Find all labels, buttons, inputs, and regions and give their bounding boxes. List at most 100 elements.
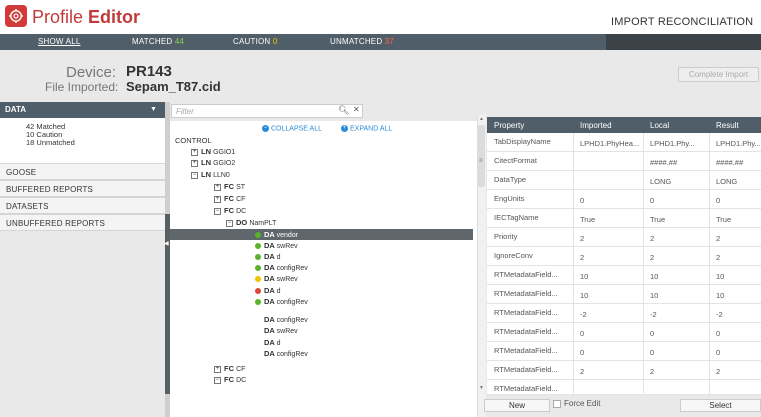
local-value-cell: 0: [650, 196, 655, 205]
local-value-cell: 0: [650, 329, 655, 338]
tab-matched[interactable]: MATCHED 44: [132, 37, 184, 46]
sidebar-item-buffered-reports[interactable]: BUFFERED REPORTS: [0, 180, 165, 197]
tree-root-label: CONTROL: [175, 136, 212, 145]
collapse-node-icon[interactable]: −: [191, 171, 198, 179]
matched-count: 44: [174, 37, 185, 46]
col-header-result[interactable]: Result: [716, 121, 739, 130]
scroll-up-icon[interactable]: ▲: [479, 116, 484, 122]
status-green-icon: [255, 254, 261, 261]
device-value: PR143: [126, 63, 172, 80]
local-value-cell: LONG: [650, 177, 672, 186]
page-title: IMPORT RECONCILIATION: [611, 16, 754, 28]
col-header-imported[interactable]: Imported: [580, 121, 612, 130]
sidebar-item-unbuffered-reports[interactable]: UNBUFFERED REPORTS: [0, 214, 165, 231]
tree-node-da[interactable]: DA d: [255, 252, 281, 262]
collapse-all-label: COLLAPSE ALL: [271, 125, 322, 133]
node-kind: DA: [264, 274, 277, 283]
expand-node-icon[interactable]: +: [214, 365, 221, 373]
tree-node-da[interactable]: DA configRev: [255, 263, 308, 273]
tab-show-all[interactable]: SHOW ALL: [38, 37, 81, 46]
collapse-node-icon[interactable]: −: [226, 219, 233, 227]
node-name: ST: [236, 184, 246, 191]
sidebar-item-datasets[interactable]: DATASETS: [0, 197, 165, 214]
collapse-arrow-icon[interactable]: ◀: [164, 240, 169, 247]
node-name: vendor: [276, 232, 299, 239]
property-name-cell: Priority: [494, 232, 518, 241]
tree-node-da[interactable]: DA swRev: [255, 241, 298, 251]
caution-count: 0: [272, 37, 278, 46]
collapse-node-icon[interactable]: −: [214, 376, 221, 384]
expand-node-icon[interactable]: +: [214, 195, 221, 203]
node-kind: FC: [224, 194, 237, 203]
result-value-cell: 2: [716, 367, 721, 376]
tree-node-da[interactable]: DA swRev: [264, 326, 298, 336]
result-value-cell: 2: [716, 234, 721, 243]
local-value-cell: -2: [650, 310, 657, 319]
status-green-icon: [255, 265, 261, 272]
collapse-node-icon[interactable]: −: [214, 207, 221, 215]
tab-bar-dark-segment: [606, 34, 761, 50]
imported-value-cell: -2: [580, 310, 587, 319]
tree-node-fc[interactable]: + FC CF: [214, 194, 245, 204]
sidebar-item-goose[interactable]: GOOSE: [0, 163, 165, 180]
node-name: configRev: [276, 265, 308, 272]
expand-node-icon[interactable]: +: [214, 183, 221, 191]
node-name: DC: [236, 377, 247, 384]
tree-node-ln[interactable]: + LN GGIO2: [191, 158, 235, 168]
device-label: Device:: [66, 64, 117, 81]
unmatched-count: 37: [384, 37, 395, 46]
tree-node-da[interactable]: DA configRev: [264, 349, 308, 359]
search-icon[interactable]: 🔍︎: [338, 105, 349, 116]
property-name-cell: EngUnits: [494, 194, 525, 203]
tree-node-do[interactable]: − DO NamPLT: [226, 218, 276, 228]
tab-unmatched[interactable]: UNMATCHED 37: [330, 37, 394, 46]
tree-node-fc[interactable]: + FC CF: [214, 364, 245, 374]
expand-node-icon[interactable]: +: [191, 159, 198, 167]
col-header-property[interactable]: Property: [494, 121, 524, 130]
expand-all-link[interactable]: + EXPAND ALL: [341, 125, 392, 132]
col-header-local[interactable]: Local: [650, 121, 669, 130]
tree-node-fc[interactable]: − FC DC: [214, 206, 246, 216]
local-value-cell: 10: [650, 272, 659, 281]
imported-value-cell: 0: [580, 196, 585, 205]
node-kind: DO: [236, 218, 250, 227]
property-name-cell: RTMetadataField...: [494, 289, 558, 298]
tree-node-da[interactable]: DA configRev: [264, 315, 308, 325]
tree-node-da[interactable]: DA swRev: [255, 274, 298, 284]
collapse-all-link[interactable]: − COLLAPSE ALL: [262, 125, 322, 132]
tree-node-da[interactable]: DA vendor: [255, 230, 298, 240]
tree-node-da[interactable]: DA d: [255, 286, 281, 296]
node-kind: DA: [264, 338, 277, 347]
property-name-cell: DataType: [494, 175, 527, 184]
filter-input[interactable]: Filter: [171, 104, 363, 118]
select-button[interactable]: Select: [680, 399, 761, 412]
complete-import-button[interactable]: Complete Import: [678, 67, 759, 82]
expand-all-label: EXPAND ALL: [350, 125, 393, 133]
node-name: CF: [236, 366, 246, 373]
tree-node-da[interactable]: DA configRev: [255, 297, 308, 307]
new-button[interactable]: New: [484, 399, 550, 412]
property-name-cell: RTMetadataField...: [494, 270, 558, 279]
collapse-icon: −: [262, 125, 269, 132]
tree-node-da[interactable]: DA d: [264, 338, 281, 348]
force-edit-checkbox[interactable]: [553, 400, 561, 408]
result-value-cell: 0: [716, 329, 721, 338]
result-value-cell: LPHD1.Phy...: [716, 139, 760, 148]
scroll-down-icon[interactable]: ▼: [479, 385, 484, 391]
chevron-down-icon[interactable]: ▼: [150, 106, 157, 113]
imported-value-cell: 0: [580, 348, 585, 357]
tree-node-fc[interactable]: − FC DC: [214, 375, 246, 385]
tab-unmatched-label: UNMATCHED: [330, 37, 383, 46]
tree-scrollbar-thumb[interactable]: [478, 125, 485, 187]
tree-node-fc[interactable]: + FC ST: [214, 182, 245, 192]
resize-grip-icon[interactable]: ≡: [479, 158, 483, 164]
data-section-header[interactable]: DATA: [0, 102, 165, 118]
property-name-cell: RTMetadataField...: [494, 365, 558, 374]
expand-node-icon[interactable]: +: [191, 148, 198, 156]
tree-node-ln[interactable]: + LN GGIO1: [191, 147, 235, 157]
local-value-cell: 2: [650, 367, 655, 376]
clear-filter-icon[interactable]: ✕: [353, 105, 360, 114]
expand-icon: +: [341, 125, 348, 132]
tab-caution[interactable]: CAUTION 0: [233, 37, 278, 46]
tree-node-ln[interactable]: − LN LLN0: [191, 170, 230, 180]
